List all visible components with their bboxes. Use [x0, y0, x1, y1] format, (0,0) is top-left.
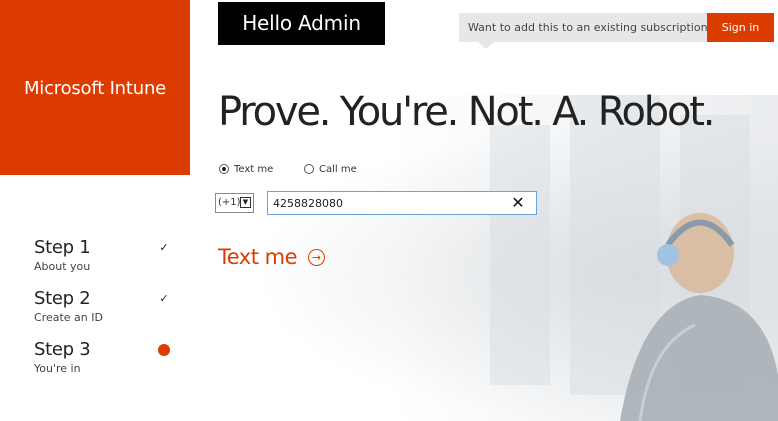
step-subtitle: About you — [34, 260, 91, 273]
page-title: Prove. You're. Not. A. Robot. — [218, 89, 715, 135]
step-2: Step 2 Create an ID ✓ — [34, 288, 174, 325]
step-title: Step 1 — [34, 237, 91, 258]
check-icon: ✓ — [159, 292, 169, 305]
current-dot-icon — [158, 344, 170, 356]
step-3: Step 3 You're in — [34, 339, 174, 376]
sign-in-button[interactable]: Sign in — [707, 13, 774, 42]
check-icon: ✓ — [159, 241, 169, 254]
text-me-button-label: Text me — [218, 245, 298, 269]
country-code-select[interactable]: (+1) ▼ — [215, 193, 254, 213]
step-title: Step 3 — [34, 339, 91, 360]
radio-unselected-icon[interactable] — [304, 164, 314, 174]
text-me-option-label: Text me — [234, 163, 274, 175]
phone-number-field[interactable]: ✕ — [267, 191, 537, 215]
step-subtitle: You're in — [34, 362, 81, 375]
brand-title: Microsoft Intune — [23, 78, 167, 99]
greeting-banner: Hello Admin — [218, 2, 385, 45]
arrow-circle-right-icon[interactable]: → — [308, 248, 326, 266]
country-code-value: (+1) — [218, 197, 241, 208]
call-me-option-label: Call me — [319, 163, 357, 175]
step-title: Step 2 — [34, 288, 91, 309]
text-me-button[interactable]: Text me → — [218, 245, 326, 269]
background-building — [490, 125, 550, 385]
phone-number-input[interactable] — [273, 194, 503, 212]
chevron-down-icon[interactable]: ▼ — [240, 197, 251, 208]
step-1: Step 1 About you ✓ — [34, 237, 174, 274]
radio-selected-icon[interactable] — [219, 164, 229, 174]
person-with-headphones-image — [620, 213, 778, 421]
brand-tile: Microsoft Intune — [0, 0, 190, 175]
call-me-option[interactable]: Call me — [304, 162, 357, 176]
text-me-option[interactable]: Text me — [219, 162, 273, 176]
step-subtitle: Create an ID — [34, 311, 103, 324]
clear-icon[interactable]: ✕ — [511, 195, 525, 211]
subscription-prompt-tail — [478, 42, 494, 49]
subscription-prompt: Want to add this to an existing subscrip… — [459, 13, 713, 42]
